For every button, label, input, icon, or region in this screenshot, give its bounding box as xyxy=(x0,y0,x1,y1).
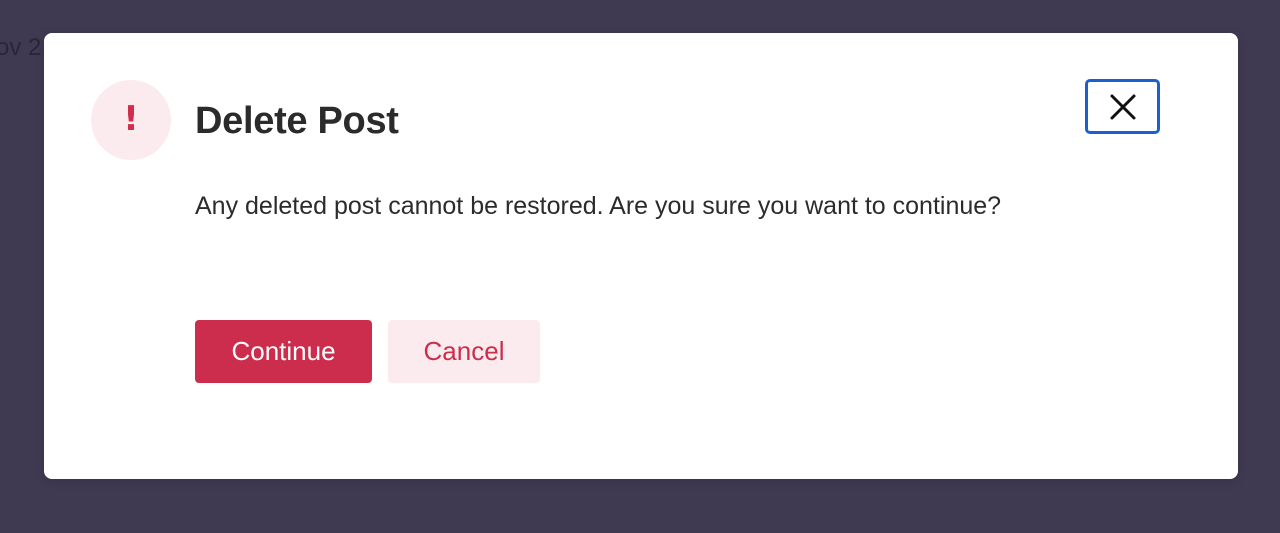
continue-button[interactable]: Continue xyxy=(195,320,372,383)
dialog-message: Any deleted post cannot be restored. Are… xyxy=(195,192,1002,220)
background-date-text: ov 2 xyxy=(0,34,42,61)
alert-badge: ! xyxy=(91,80,171,160)
close-button[interactable] xyxy=(1085,79,1160,134)
exclamation-icon: ! xyxy=(123,99,139,139)
cancel-button[interactable]: Cancel xyxy=(388,320,540,383)
delete-post-dialog: ! Delete Post Any deleted post cannot be… xyxy=(44,33,1238,479)
dialog-title: Delete Post xyxy=(195,100,399,142)
close-icon xyxy=(1110,94,1135,119)
